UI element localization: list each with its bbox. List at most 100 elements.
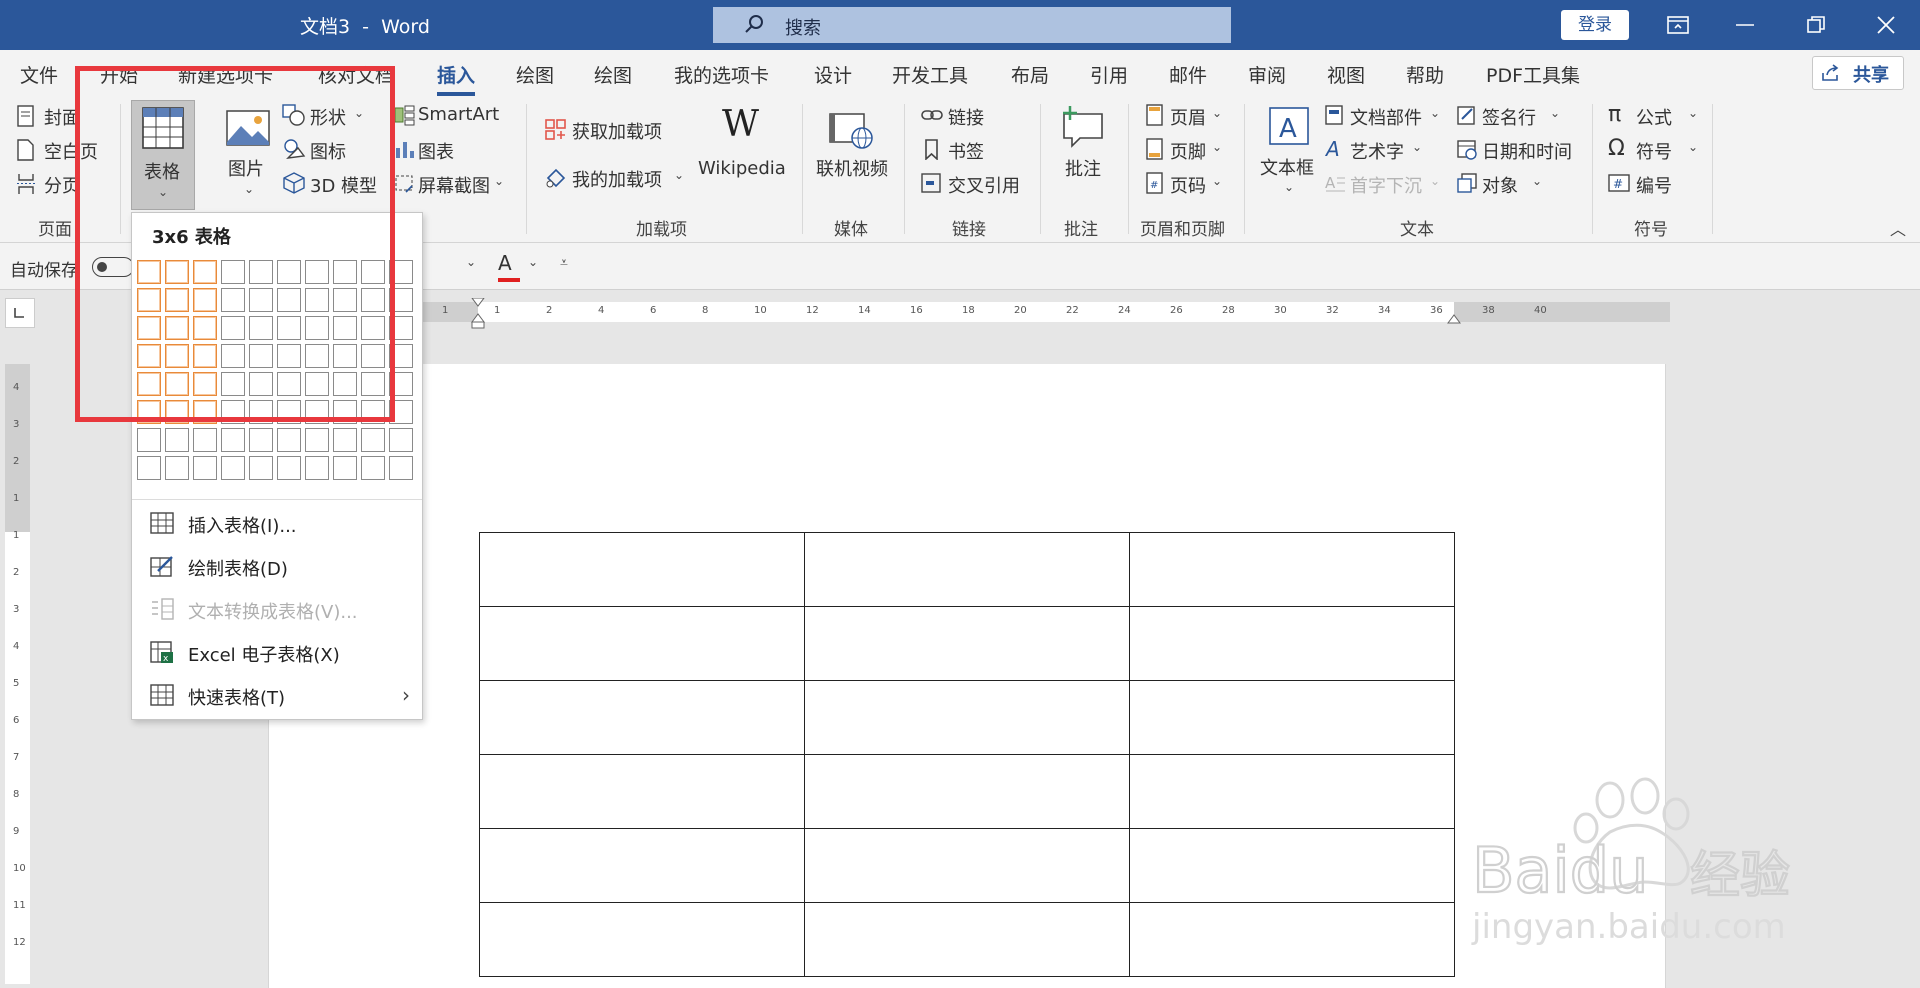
grid-cell[interactable] — [277, 428, 301, 452]
grid-cell[interactable] — [389, 428, 413, 452]
tab-help[interactable]: 帮助 — [1406, 61, 1444, 88]
grid-cell[interactable] — [165, 456, 189, 480]
quick-tables-menu-item[interactable]: 快速表格(T) › — [132, 675, 422, 715]
share-icon — [1822, 64, 1839, 81]
ruler-tick-label: 2 — [546, 305, 553, 316]
comment-button[interactable]: 批注 — [1054, 104, 1114, 204]
grid-cell[interactable] — [193, 456, 217, 480]
date-time-label: 日期和时间 — [1482, 142, 1572, 163]
wikipedia-button[interactable]: W Wikipedia — [696, 104, 792, 206]
table-cell[interactable] — [1129, 680, 1455, 755]
table-row — [479, 680, 1455, 755]
table-cell[interactable] — [804, 902, 1130, 977]
svg-text:经验: 经验 — [1690, 846, 1790, 904]
table-cell[interactable] — [479, 754, 805, 829]
tab-references[interactable]: 引用 — [1090, 61, 1128, 88]
table-cell[interactable] — [804, 754, 1130, 829]
grid-cell[interactable] — [333, 456, 357, 480]
grid-cell[interactable] — [249, 456, 273, 480]
minimize-button[interactable] — [1717, 0, 1773, 50]
online-video-label: 联机视频 — [816, 159, 888, 180]
table-cell[interactable] — [479, 902, 805, 977]
share-button[interactable]: 共享 — [1812, 56, 1904, 90]
grid-cell[interactable] — [361, 456, 385, 480]
grid-cell[interactable] — [305, 428, 329, 452]
table-cell[interactable] — [1129, 532, 1455, 607]
grid-cell[interactable] — [389, 456, 413, 480]
restore-button[interactable] — [1788, 0, 1844, 50]
tab-selector[interactable] — [5, 298, 35, 328]
indent-marker[interactable] — [470, 298, 486, 330]
grid-cell[interactable] — [221, 428, 245, 452]
table-cell[interactable] — [804, 828, 1130, 903]
chart-icon — [396, 142, 414, 158]
get-addins-label: 获取加载项 — [572, 122, 662, 143]
link-icon — [921, 110, 943, 120]
grid-cell[interactable] — [305, 456, 329, 480]
grid-cell[interactable] — [249, 428, 273, 452]
page-number-icon: # — [1146, 172, 1163, 194]
tab-draw-1[interactable]: 绘图 — [516, 61, 554, 88]
ribbon-display-button[interactable] — [1650, 0, 1706, 50]
table-cell[interactable] — [1129, 902, 1455, 977]
tab-view[interactable]: 视图 — [1327, 61, 1365, 88]
tab-review[interactable]: 审阅 — [1248, 61, 1286, 88]
tab-my-tab[interactable]: 我的选项卡 — [674, 61, 769, 88]
comment-icon — [1063, 106, 1103, 148]
document-page[interactable] — [268, 364, 1666, 988]
vertical-ruler: 4 3 2 1 1 2 3 4 5 6 7 8 9 10 11 12 — [5, 364, 30, 984]
grid-cell[interactable] — [277, 456, 301, 480]
customize-qat-icon[interactable]: ⩡ — [560, 255, 568, 271]
tab-developer[interactable]: 开发工具 — [892, 61, 968, 88]
chevron-down-icon: ⌄ — [1284, 180, 1295, 194]
insert-table-menu-item[interactable]: 插入表格(I)... — [132, 503, 422, 543]
tab-design[interactable]: 设计 — [814, 61, 852, 88]
footer-icon — [1146, 138, 1163, 160]
ruler-tick-label: 11 — [13, 900, 26, 911]
close-button[interactable] — [1858, 0, 1914, 50]
ruler-ticks: 4 3 2 1 1 2 3 4 5 6 7 8 9 10 11 12 — [5, 364, 30, 984]
tab-insert[interactable]: 插入 — [437, 61, 476, 96]
excel-spreadsheet-menu-item[interactable]: x Excel 电子表格(X) — [132, 632, 422, 672]
chevron-right-icon: › — [402, 683, 410, 707]
tab-mailings[interactable]: 邮件 — [1169, 61, 1207, 88]
table-cell[interactable] — [479, 606, 805, 681]
ruler-tick-label: 10 — [13, 863, 26, 874]
grid-cell[interactable] — [137, 456, 161, 480]
grid-cell[interactable] — [333, 428, 357, 452]
search-box[interactable]: 搜索 — [713, 7, 1231, 43]
table-cell[interactable] — [1129, 606, 1455, 681]
grid-cell[interactable] — [221, 456, 245, 480]
excel-icon: x — [150, 641, 173, 663]
grid-cell[interactable] — [165, 428, 189, 452]
tab-file[interactable]: 文件 — [20, 61, 58, 88]
table-cell[interactable] — [804, 606, 1130, 681]
tab-layout[interactable]: 布局 — [1011, 61, 1049, 88]
draw-table-menu-item[interactable]: 绘制表格(D) — [132, 546, 422, 586]
screenshot-label: 屏幕截图 — [418, 176, 490, 197]
table-cell[interactable] — [1129, 754, 1455, 829]
right-indent-marker[interactable] — [1446, 314, 1462, 324]
collapse-ribbon-icon[interactable]: ︿ — [1890, 216, 1906, 240]
document-table[interactable] — [479, 532, 1455, 977]
grid-cell[interactable] — [361, 428, 385, 452]
login-button[interactable]: 登录 — [1561, 10, 1629, 40]
text-box-button[interactable]: A 文本框 ⌄ — [1258, 106, 1318, 206]
page-number-label: 页码 — [1170, 176, 1206, 197]
table-cell[interactable] — [1129, 828, 1455, 903]
online-video-button[interactable]: 联机视频 — [814, 110, 892, 210]
table-cell[interactable] — [479, 680, 805, 755]
table-cell[interactable] — [804, 532, 1130, 607]
grid-cell[interactable] — [137, 428, 161, 452]
search-placeholder: 搜索 — [785, 18, 821, 39]
table-cell[interactable] — [479, 532, 805, 607]
tab-pdf-tools[interactable]: PDF工具集 — [1486, 61, 1580, 88]
page-break-icon — [17, 174, 35, 194]
grid-cell[interactable] — [193, 428, 217, 452]
table-cell[interactable] — [804, 680, 1130, 755]
title-bar: 文档3 - Word 搜索 登录 — [0, 0, 1920, 50]
comment-label: 批注 — [1065, 159, 1101, 180]
ruler-tick-label: 4 — [598, 305, 605, 316]
table-cell[interactable] — [479, 828, 805, 903]
tab-draw-2[interactable]: 绘图 — [594, 61, 632, 88]
